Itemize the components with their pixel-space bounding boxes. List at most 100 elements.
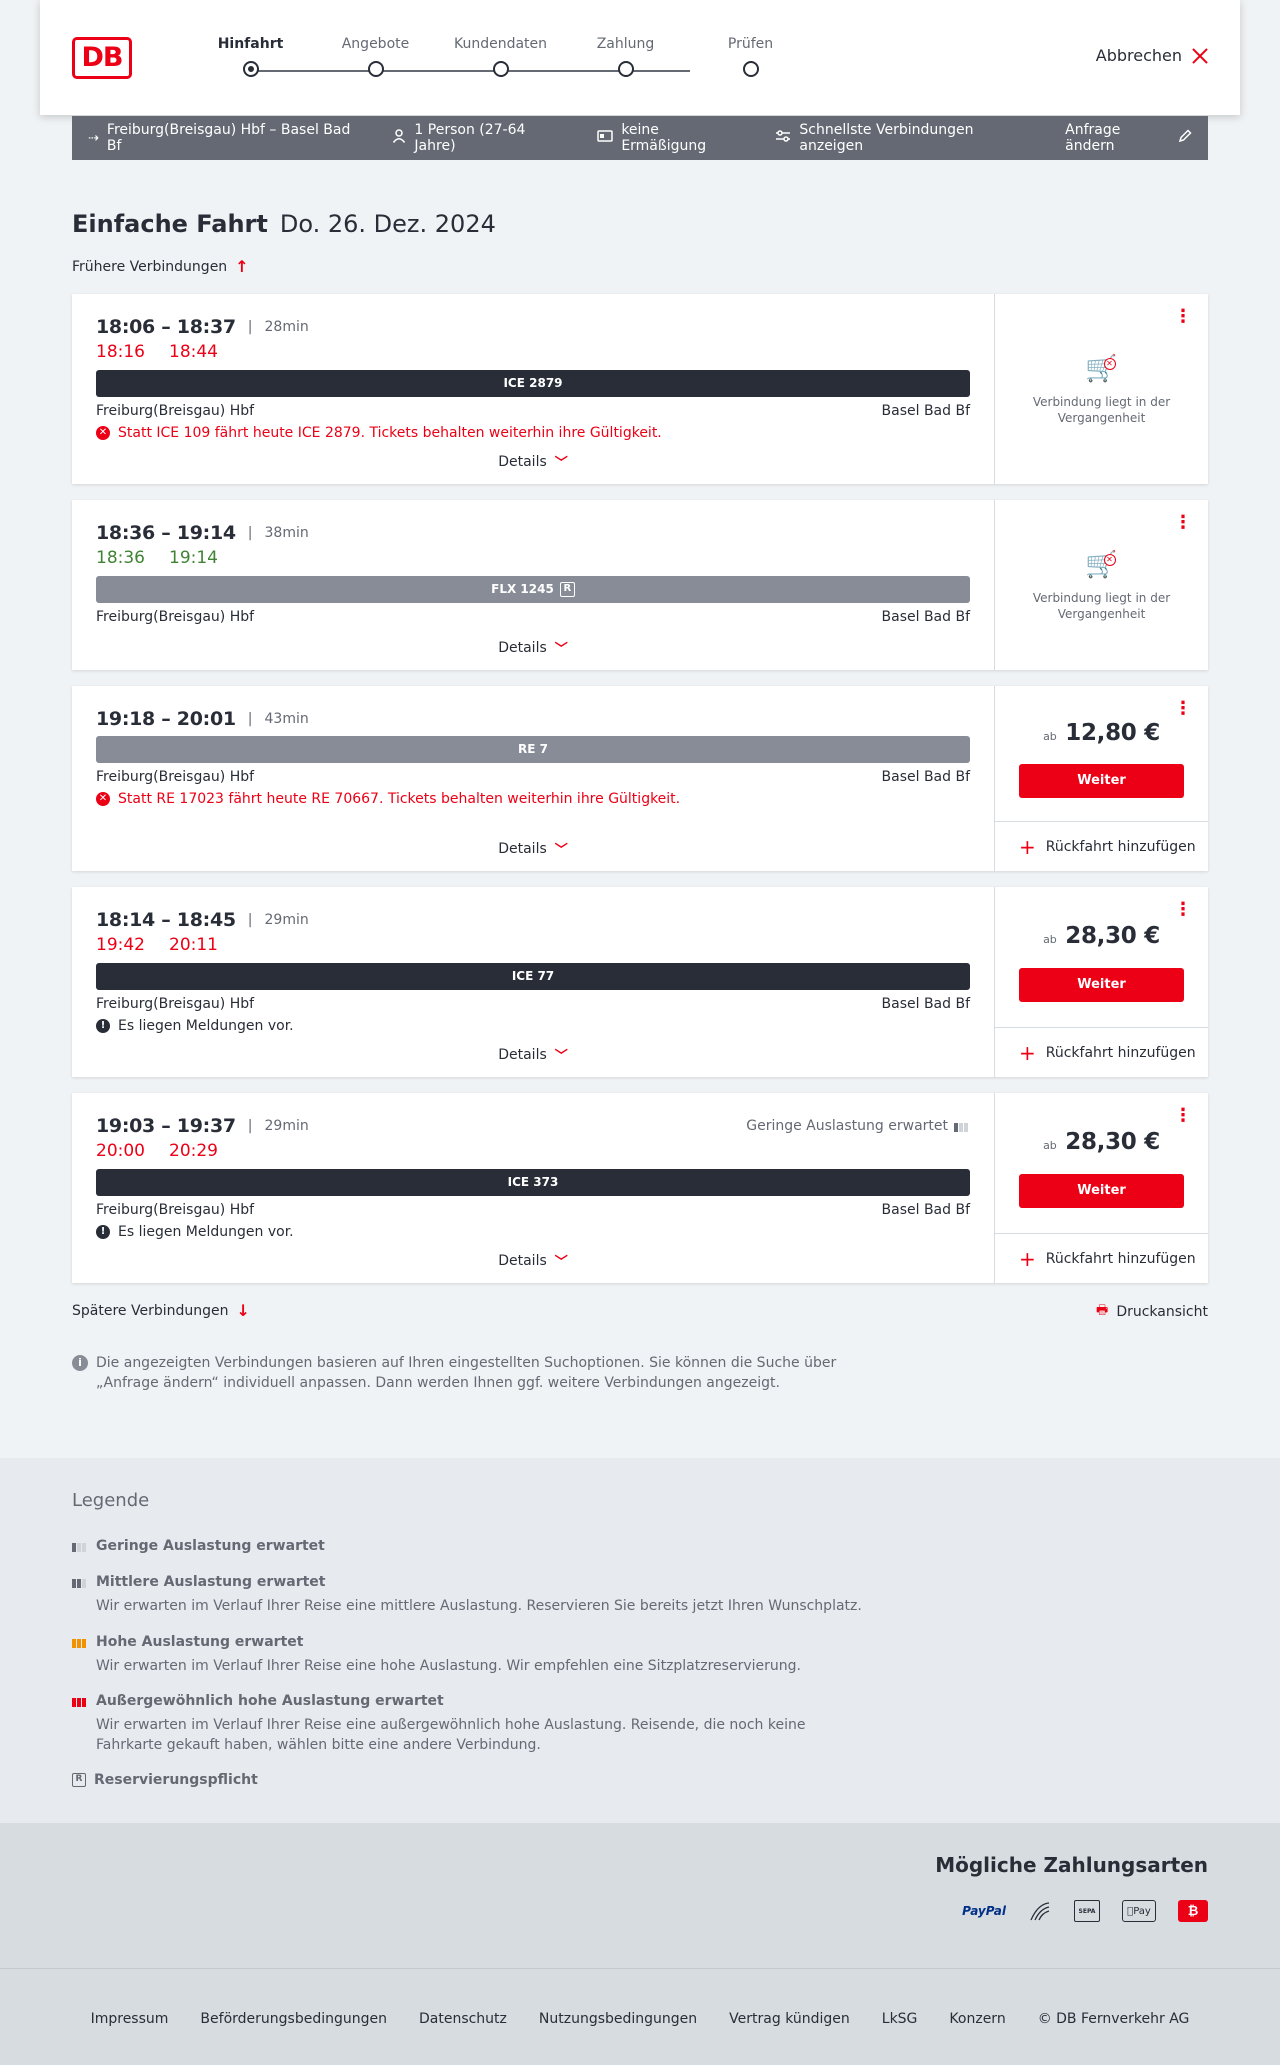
footer-link-datenschutz[interactable]: Datenschutz [419,2011,507,2027]
legend-section: Legende Geringe Auslastung erwartet Mitt… [0,1458,1280,1823]
realtime-departure: 19:42 [96,935,145,955]
realtime-arrival: 18:44 [169,342,218,362]
persons-summary: 1 Person (27-64 Jahre) [392,122,565,154]
connection-times: 19:03 – 19:37 | 29min Geringe Auslastung… [96,1115,970,1137]
continue-button[interactable]: Weiter [1019,968,1184,1002]
legend-label: Reservierungspflicht [94,1772,258,1788]
connection-times: 18:14 – 18:45 | 29min [96,909,970,931]
past-text: Verbindung liegt in der Vergangenheit [1032,591,1171,621]
from-station: Freiburg(Breisgau) Hbf [96,609,255,625]
fastest-toggle[interactable]: Schnellste Verbindungen anzeigen [775,122,1033,154]
step-hinfahrt: Hinfahrt [188,34,313,77]
stations: Freiburg(Breisgau) Hbf Basel Bad Bf [96,609,970,625]
error-icon: ✕ [96,426,110,440]
occupancy-label: Geringe Auslastung erwartet [746,1118,948,1134]
footer-link-impressum[interactable]: Impressum [91,2011,169,2027]
past-text: Verbindung liegt in der Vergangenheit [1032,395,1171,425]
footer: Impressum Beförderungsbedingungen Datens… [0,1968,1280,2065]
search-info-note: i Die angezeigten Verbindungen basieren … [72,1353,852,1393]
footer-link-konzern[interactable]: Konzern [949,2011,1005,2027]
details-label: Details [498,1252,547,1269]
separator: | [247,525,253,541]
step-dot [492,61,509,77]
filter-icon [775,130,791,146]
train-name: ICE 373 [507,1175,559,1189]
cancel-button[interactable]: Abbrechen [1096,46,1208,65]
details-label: Details [498,1046,547,1063]
legend-item-high: Hohe Auslastung erwartet Wir erwarten im… [72,1634,876,1676]
more-options-icon[interactable]: ⋮ [1174,700,1192,718]
from-station: Freiburg(Breisgau) Hbf [96,769,255,785]
to-station: Basel Bad Bf [881,609,970,625]
legend-description: Wir erwarten im Verlauf Ihrer Reise eine… [96,1598,862,1614]
details-toggle[interactable]: Details ﹀ [72,452,994,472]
change-request-button[interactable]: Anfrage ändern [1065,122,1192,154]
more-options-icon[interactable]: ⋮ [1174,308,1192,326]
print-view-link[interactable]: 🖶 Druckansicht [1096,1301,1208,1323]
realtime-times: 20:00 20:29 [96,1141,970,1161]
pencil-icon [1178,129,1192,147]
legend-description: Wir erwarten im Verlauf Ihrer Reise eine… [96,1658,801,1674]
train-bar: ICE 2879 [96,370,970,397]
details-toggle[interactable]: Details ﹀ [72,638,994,658]
legend-title: Legende [72,1490,150,1511]
footer-link-lksg[interactable]: LkSG [882,2011,918,2027]
price-value: 12,80 € [1065,720,1160,746]
planned-times: 19:03 – 19:37 [96,1115,236,1137]
step-label: Kundendaten [453,36,548,52]
add-return-button[interactable]: + Rückfahrt hinzufügen [995,1233,1208,1283]
train-name: RE 7 [518,742,548,756]
route-text: Freiburg(Breisgau) Hbf – Basel Bad Bf [106,122,351,154]
continue-button[interactable]: Weiter [1019,1174,1184,1208]
more-options-icon[interactable]: ⋮ [1174,901,1192,919]
disruption-message: ✕ Statt ICE 109 fährt heute ICE 2879. Ti… [96,425,970,441]
warning-icon: ! [96,1225,110,1239]
step-dot [742,61,759,77]
train-name: ICE 77 [511,969,555,983]
more-options-icon[interactable]: ⋮ [1174,1107,1192,1125]
realtime-times: 18:36 19:14 [96,548,970,568]
low-occupancy-icon [954,1120,970,1132]
warning-icon: ! [96,1019,110,1033]
legend-description: Wir erwarten im Verlauf Ihrer Reise eine… [96,1717,806,1753]
to-station: Basel Bad Bf [881,996,970,1012]
continue-button[interactable]: Weiter [1019,764,1184,798]
details-toggle[interactable]: Details ﹀ [72,1251,994,1271]
step-label: Angebote [341,36,410,52]
earlier-connections-link[interactable]: Frühere Verbindungen ↑ [72,257,249,276]
details-toggle[interactable]: Details ﹀ [72,839,994,859]
db-logo[interactable]: DB [72,37,132,79]
step-kundendaten: Kundendaten [438,34,563,77]
details-label: Details [498,453,547,470]
occupancy-indicator: Geringe Auslastung erwartet [746,1118,970,1134]
add-return-button[interactable]: + Rückfahrt hinzufügen [995,1027,1208,1077]
add-return-label: Rückfahrt hinzufügen [1045,1250,1196,1267]
duration: 38min [264,525,309,541]
from-station: Freiburg(Breisgau) Hbf [96,996,255,1012]
legend-item-low: Geringe Auslastung erwartet [72,1538,325,1554]
connection-times: 18:06 – 18:37 | 28min [96,316,970,338]
travel-date: Do. 26. Dez. 2024 [279,210,496,238]
footer-link-nutzungsbedingungen[interactable]: Nutzungsbedingungen [539,2011,697,2027]
header: DB Hinfahrt Angebote Kundendaten Zahlung… [40,0,1240,115]
legend-label: Hohe Auslastung erwartet [96,1634,304,1650]
details-label: Details [498,840,547,857]
price: ab 28,30 € [995,923,1208,949]
separator: | [247,912,253,928]
details-toggle[interactable]: Details ﹀ [72,1045,994,1065]
error-icon: ✕ [96,792,110,806]
discount-text: keine Ermäßigung [621,122,707,154]
paypal-icon: PayPal [962,1904,1006,1918]
connection-card: 18:06 – 18:37 | 28min 18:16 18:44 ICE 28… [72,294,1208,484]
more-options-icon[interactable]: ⋮ [1174,514,1192,532]
add-return-button[interactable]: + Rückfahrt hinzufügen [995,821,1208,871]
info-message: ! Es liegen Meldungen vor. [96,1018,970,1034]
footer-link-vertrag-kuendigen[interactable]: Vertrag kündigen [729,2011,850,2027]
progress-stepper: Hinfahrt Angebote Kundendaten Zahlung Pr… [210,34,773,84]
plus-icon: + [1019,834,1036,859]
chevron-down-icon: ﹀ [554,642,568,657]
stations: Freiburg(Breisgau) Hbf Basel Bad Bf [96,1202,970,1218]
step-label: Zahlung [596,36,655,52]
footer-link-befoerderungsbedingungen[interactable]: Beförderungsbedingungen [200,2011,387,2027]
later-connections-link[interactable]: Spätere Verbindungen ↓ [72,1301,250,1320]
